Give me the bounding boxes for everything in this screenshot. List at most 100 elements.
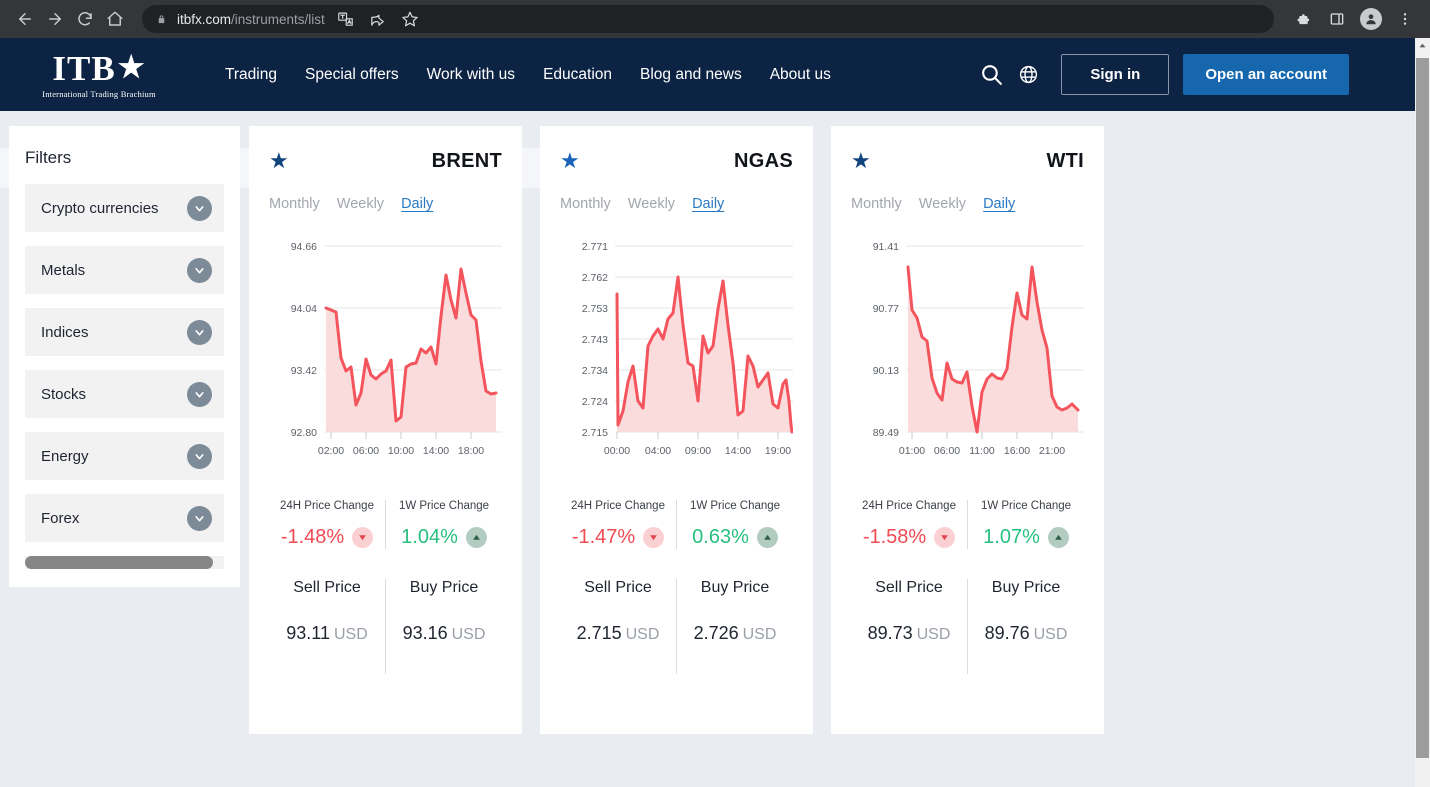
puzzle-icon[interactable] — [1288, 4, 1318, 34]
sign-in-button[interactable]: Sign in — [1061, 54, 1170, 95]
nav-item-education[interactable]: Education — [543, 66, 612, 84]
tab-weekly[interactable]: Weekly — [628, 196, 675, 212]
search-icon[interactable] — [979, 62, 1004, 87]
star-outline-icon[interactable] — [395, 4, 425, 34]
tab-daily[interactable]: Daily — [401, 196, 433, 212]
chart-x-ticks — [616, 432, 779, 439]
main-navigation: Trading Special offers Work with us Educ… — [225, 66, 831, 84]
favorite-star-icon[interactable]: ★ — [560, 150, 580, 172]
scroll-up-arrow-icon[interactable] — [1415, 38, 1430, 53]
sell-price-value: 93.11 USD — [273, 623, 381, 644]
tab-daily[interactable]: Daily — [983, 196, 1015, 212]
x-tick-label: 21:00 — [1039, 445, 1065, 457]
share-icon[interactable] — [363, 4, 393, 34]
chevron-down-icon[interactable] — [187, 195, 212, 221]
stat-label: 24H Price Change — [571, 500, 665, 512]
stat-label: 1W Price Change — [980, 500, 1072, 512]
header-actions: Sign in Open an account — [979, 54, 1349, 95]
nav-item-trading[interactable]: Trading — [225, 66, 277, 84]
omnibox-actions — [331, 4, 425, 34]
card-header: ★ BRENT — [269, 148, 502, 174]
reload-icon[interactable] — [70, 4, 100, 34]
sell-price-currency: USD — [625, 626, 660, 643]
sell-price-currency: USD — [916, 626, 951, 643]
chevron-down-icon[interactable] — [187, 257, 212, 283]
chevron-down-icon[interactable] — [187, 443, 212, 469]
tab-weekly[interactable]: Weekly — [337, 196, 384, 212]
chevron-down-icon[interactable] — [187, 381, 212, 407]
x-tick-label: 16:00 — [1004, 445, 1030, 457]
y-tick-label: 2.715 — [582, 427, 608, 439]
site-logo[interactable]: ITB ★ International Trading Brachium — [40, 51, 158, 99]
back-arrow-icon[interactable] — [10, 4, 40, 34]
y-tick-label: 2.724 — [582, 396, 608, 408]
filters-horizontal-scrollbar[interactable] — [25, 556, 224, 569]
filter-item-stocks[interactable]: Stocks — [25, 370, 224, 418]
favorite-star-icon[interactable]: ★ — [269, 150, 289, 172]
url-domain: itbfx.com — [177, 11, 232, 27]
page-scroll-thumb[interactable] — [1416, 58, 1429, 758]
x-tick-label: 06:00 — [934, 445, 960, 457]
tab-monthly[interactable]: Monthly — [269, 196, 320, 212]
stat-value: -1.47% — [571, 526, 636, 548]
filter-item-metals[interactable]: Metals — [25, 246, 224, 294]
stat-1w-change: 1W Price Change 1.07% — [967, 500, 1084, 549]
profile-avatar-icon[interactable] — [1356, 4, 1386, 34]
arrow-up-icon — [1047, 527, 1069, 548]
nav-item-about-us[interactable]: About us — [770, 66, 831, 84]
filter-item-crypto-currencies[interactable]: Crypto currencies — [25, 184, 224, 232]
page-content: Filters Crypto currencies Metals Indices — [0, 111, 1415, 734]
chart-x-ticks — [911, 432, 1053, 439]
filter-item-indices[interactable]: Indices — [25, 308, 224, 356]
instrument-symbol: NGAS — [734, 149, 793, 172]
buy-price-block: Buy Price 89.76 USD — [967, 579, 1084, 674]
filters-horizontal-scroll-thumb[interactable] — [25, 556, 213, 569]
x-tick-label: 14:00 — [725, 445, 751, 457]
buy-price-currency: USD — [742, 626, 777, 643]
translate-icon[interactable] — [331, 4, 361, 34]
open-account-button[interactable]: Open an account — [1183, 54, 1349, 95]
filter-item-forex[interactable]: Forex — [25, 494, 224, 542]
sell-price-number: 89.73 — [867, 623, 913, 643]
chart-x-ticks — [330, 432, 472, 439]
chevron-down-icon[interactable] — [187, 505, 212, 531]
favorite-star-icon[interactable]: ★ — [851, 150, 871, 172]
page-viewport: ITB ★ International Trading Brachium Tra… — [0, 38, 1415, 787]
instrument-cards: ★ BRENT Monthly Weekly Daily 94.66 94.04… — [249, 126, 1104, 734]
price-change-stats: 24H Price Change -1.48% 1W Price Change … — [269, 500, 502, 549]
buy-price-label: Buy Price — [409, 579, 479, 596]
address-bar[interactable]: itbfx.com/instruments/list — [142, 5, 1274, 33]
logo-text: ITB — [52, 48, 116, 88]
nav-item-blog-and-news[interactable]: Blog and news — [640, 66, 742, 84]
nav-item-work-with-us[interactable]: Work with us — [427, 66, 515, 84]
timeframe-tabs: Monthly Weekly Daily — [560, 196, 793, 212]
price-chart-brent: 94.66 94.04 93.42 92.80 02:00 06:00 10:0… — [269, 236, 502, 486]
arrow-down-icon — [934, 527, 956, 548]
stat-value: 1.04% — [401, 526, 458, 548]
side-panel-icon[interactable] — [1322, 4, 1352, 34]
stat-24h-change: 24H Price Change -1.48% — [269, 500, 385, 549]
stat-value: 1.07% — [983, 526, 1040, 548]
three-dot-menu-icon[interactable] — [1390, 4, 1420, 34]
filter-item-energy[interactable]: Energy — [25, 432, 224, 480]
globe-icon[interactable] — [1018, 64, 1039, 85]
page-vertical-scrollbar[interactable] — [1415, 38, 1430, 787]
filter-label: Crypto currencies — [41, 199, 159, 217]
nav-item-special-offers[interactable]: Special offers — [305, 66, 399, 84]
stat-24h-change: 24H Price Change -1.47% — [560, 500, 676, 549]
tab-monthly[interactable]: Monthly — [560, 196, 611, 212]
timeframe-tabs: Monthly Weekly Daily — [851, 196, 1084, 212]
instrument-card-wti: ★ WTI Monthly Weekly Daily 91.41 90.77 9… — [831, 126, 1104, 734]
price-chart-wti: 91.41 90.77 90.13 89.49 01:00 06:00 11:0… — [851, 236, 1084, 486]
tab-daily[interactable]: Daily — [692, 196, 724, 212]
sell-price-block: Sell Price 89.73 USD — [851, 579, 967, 674]
y-tick-label: 94.66 — [291, 241, 317, 253]
stat-24h-change: 24H Price Change -1.58% — [851, 500, 967, 549]
forward-arrow-icon[interactable] — [40, 4, 70, 34]
sell-price-number: 93.11 — [286, 623, 330, 643]
home-icon[interactable] — [100, 4, 130, 34]
tab-weekly[interactable]: Weekly — [919, 196, 966, 212]
tab-monthly[interactable]: Monthly — [851, 196, 902, 212]
logo-star-icon: ★ — [117, 51, 146, 84]
chevron-down-icon[interactable] — [187, 319, 212, 345]
